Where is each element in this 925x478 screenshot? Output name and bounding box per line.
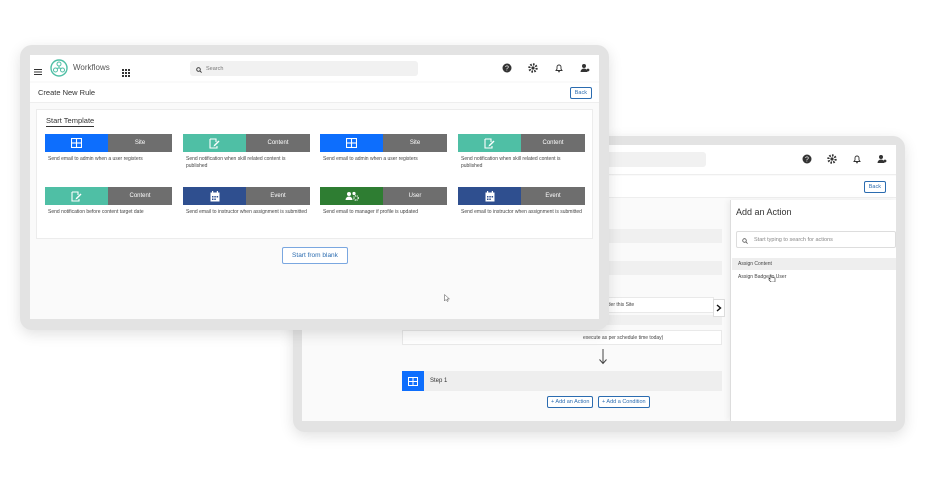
sub-header: Create New Rule Back — [30, 83, 599, 103]
template-description: Send notification when skill related con… — [461, 156, 561, 169]
add-condition-button[interactable]: + Add a Condition — [598, 396, 650, 408]
add-action-button[interactable]: + Add an Action — [547, 396, 594, 408]
search-placeholder: Search — [206, 65, 224, 72]
svg-text:?: ? — [805, 157, 809, 164]
template-description: Send email to admin when a user register… — [323, 156, 418, 162]
bell-icon[interactable] — [553, 62, 565, 74]
template-type-tag: Site — [108, 134, 172, 152]
template-description: Send notification when skill related con… — [186, 156, 286, 169]
workflows-logo-icon — [50, 59, 68, 77]
calendar-icon — [183, 187, 246, 205]
search-placeholder: Start typing to search for actions — [754, 236, 833, 243]
template-card[interactable]: Site Send email to admin when a user reg… — [45, 134, 172, 179]
start-template-section: Start Template Site Send email to admin … — [36, 109, 593, 239]
app-name: Workflows — [73, 63, 110, 72]
template-card[interactable]: Content Send notification before content… — [45, 187, 172, 232]
search-icon — [196, 60, 202, 78]
template-type-tag: Content — [521, 134, 585, 152]
template-description: Send notification before content target … — [48, 209, 144, 215]
add-action-panel: Add an Action Start typing to search for… — [730, 200, 896, 421]
chevron-right-icon[interactable] — [713, 299, 725, 317]
edit-doc-icon — [45, 187, 108, 205]
template-card[interactable]: User Send email to manager if profile is… — [320, 187, 447, 232]
create-rule-screen: Workflows Search ? Create New Rule Back … — [30, 55, 599, 319]
table-icon — [45, 134, 108, 152]
user-settings-icon[interactable] — [876, 153, 888, 165]
template-card[interactable]: Content Send notification when skill rel… — [183, 134, 310, 179]
step-1-block[interactable]: Step 1 — [402, 371, 722, 391]
gear-icon[interactable] — [527, 62, 539, 74]
section-title: Start Template — [46, 116, 95, 127]
template-card[interactable]: Event Send email to instructor when assi… — [183, 187, 310, 232]
search-icon — [742, 231, 748, 249]
help-icon[interactable]: ? — [501, 62, 513, 74]
schedule-row-text: execute as per schedule time today) — [583, 335, 664, 341]
page-title: Create New Rule — [38, 88, 96, 97]
panel-title: Add an Action — [736, 207, 792, 217]
edit-doc-icon — [183, 134, 246, 152]
schedule-row[interactable]: execute as per schedule time today) — [402, 330, 722, 345]
hand-cursor-icon — [768, 269, 776, 283]
table-icon — [320, 134, 383, 152]
trigger-row-text: nder this Site — [605, 302, 635, 308]
table-icon — [402, 371, 424, 391]
template-description: Send email to instructor when assignment… — [186, 209, 307, 215]
start-from-blank-button[interactable]: Start from blank — [282, 247, 348, 264]
template-type-tag: Site — [383, 134, 447, 152]
template-type-tag: Content — [108, 187, 172, 205]
template-type-tag: Event — [246, 187, 310, 205]
template-type-tag: Event — [521, 187, 585, 205]
users-gear-icon — [320, 187, 383, 205]
template-card[interactable]: Event Send email to instructor when assi… — [458, 187, 585, 232]
template-description: Send email to manager if profile is upda… — [323, 209, 419, 215]
action-item-assign-badge[interactable]: Assign Badge to User — [732, 271, 896, 283]
search-input[interactable]: Search — [190, 61, 418, 76]
mouse-cursor-icon — [444, 289, 451, 302]
svg-text:?: ? — [505, 66, 509, 73]
hamburger-menu-icon[interactable] — [34, 63, 42, 75]
action-item-assign-content[interactable]: Assign Content — [732, 258, 896, 270]
template-description: Send email to admin when a user register… — [48, 156, 143, 162]
template-type-tag: User — [383, 187, 447, 205]
template-description: Send email to instructor when assignment… — [461, 209, 582, 215]
back-button[interactable]: Back — [569, 87, 592, 99]
template-card[interactable]: Site Send email to admin when a user reg… — [320, 134, 447, 179]
edit-doc-icon — [458, 134, 521, 152]
down-arrow-icon — [598, 349, 608, 368]
template-type-tag: Content — [246, 134, 310, 152]
gear-icon[interactable] — [826, 153, 838, 165]
action-search-input[interactable]: Start typing to search for actions — [736, 231, 896, 248]
step-label: Step 1 — [430, 378, 448, 384]
back-button[interactable]: Back — [863, 181, 886, 193]
app-grid-icon[interactable] — [122, 64, 130, 77]
template-card[interactable]: Content Send notification when skill rel… — [458, 134, 585, 179]
help-icon[interactable]: ? — [801, 153, 813, 165]
top-bar: Workflows Search ? — [30, 55, 599, 81]
bell-icon[interactable] — [851, 153, 863, 165]
calendar-icon — [458, 187, 521, 205]
front-window-frame: Workflows Search ? Create New Rule Back … — [20, 45, 609, 330]
user-settings-icon[interactable] — [579, 62, 591, 74]
